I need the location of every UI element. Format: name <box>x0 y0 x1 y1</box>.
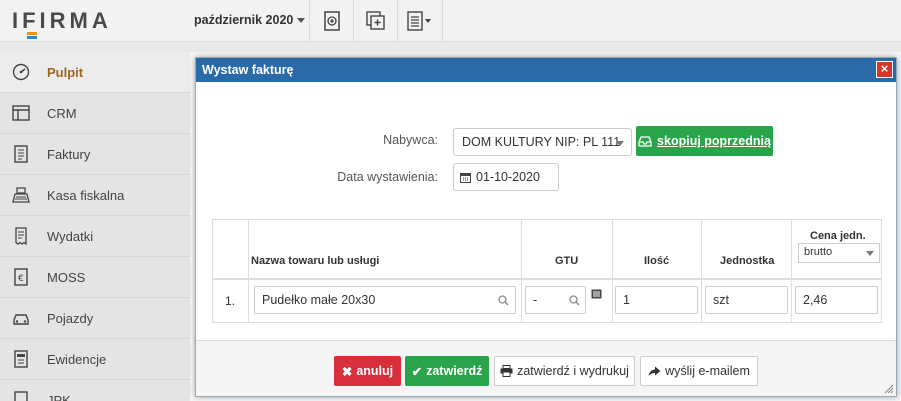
sidebar-item-moss[interactable]: € MOSS <box>0 257 190 298</box>
search-icon <box>498 295 509 306</box>
copy-previous-button[interactable]: skopiuj poprzednią <box>636 126 773 156</box>
calendar-icon <box>460 172 471 183</box>
column-header-gtu: GTU <box>555 255 579 267</box>
sidebar-item-faktury[interactable]: Faktury <box>0 134 190 175</box>
column-header-qty: Ilość <box>644 255 670 267</box>
squares-plus-icon <box>365 11 385 30</box>
quantity-input[interactable]: 1 <box>615 286 698 314</box>
gtu-input[interactable]: - <box>525 286 586 314</box>
resize-handle-icon[interactable] <box>884 384 894 394</box>
cash-register-icon <box>12 186 30 204</box>
price-type-select[interactable]: brutto <box>798 243 880 263</box>
dashboard-icon <box>12 63 30 81</box>
month-selector[interactable]: październik 2020 <box>194 13 306 27</box>
sidebar-item-pulpit[interactable]: Pulpit <box>0 52 190 93</box>
share-arrow-icon <box>648 366 661 376</box>
dialog-header: Wystaw fakturę × <box>196 58 896 82</box>
sidebar-item-kasa-fiskalna[interactable]: Kasa fiskalna <box>0 175 190 216</box>
inbox-icon <box>638 135 652 147</box>
dialog-footer: ✖ anuluj ✔ zatwierdź zatwierdź i wydrukuj … <box>196 340 896 396</box>
unit-price-input[interactable]: 2,46 <box>795 286 878 314</box>
buyer-label: Nabywca: <box>383 133 438 147</box>
svg-text:€: € <box>18 274 24 284</box>
chevron-down-icon <box>297 18 306 24</box>
invoice-items-table: Nazwa towaru lub usługi GTU Ilość Jednos… <box>212 219 882 323</box>
ifirma-logo[interactable]: IFIRMA <box>12 8 112 39</box>
list-menu-button[interactable] <box>397 0 443 42</box>
close-icon: ✖ <box>341 364 353 379</box>
dialog-title: Wystaw fakturę <box>202 63 294 77</box>
chevron-down-icon <box>866 251 874 256</box>
confirm-button[interactable]: ✔ zatwierdź <box>405 356 489 386</box>
send-email-button[interactable]: wyślij e-mailem <box>640 356 758 386</box>
document-plus-icon <box>323 11 340 31</box>
sidebar-item-crm[interactable]: CRM <box>0 93 190 134</box>
cancel-button[interactable]: ✖ anuluj <box>334 356 401 386</box>
check-icon: ✔ <box>411 364 423 379</box>
confirm-and-print-button[interactable]: zatwierdź i wydrukuj <box>494 356 635 386</box>
column-header-unit: Jednostka <box>720 255 775 267</box>
top-bar: IFIRMA październik 2020 <box>0 0 901 42</box>
chevron-down-icon <box>616 141 624 146</box>
sidebar-item-jpk[interactable]: JPK <box>0 380 190 401</box>
jpk-icon <box>12 391 30 401</box>
sidebar: Pulpit CRM Faktury Kasa fiskalna Wydatki… <box>0 52 190 401</box>
euro-document-icon: € <box>12 268 30 286</box>
column-header-price: Cena jedn. <box>810 230 866 242</box>
receipt-icon <box>12 227 30 245</box>
list-icon[interactable] <box>591 289 602 299</box>
list-document-icon <box>407 11 431 31</box>
close-button[interactable]: × <box>876 61 893 78</box>
search-icon <box>569 295 580 306</box>
row-number: 1. <box>225 294 236 308</box>
buyer-select[interactable]: DOM KULTURY NIP: PL 111 <box>453 128 632 156</box>
ledger-icon <box>12 350 30 368</box>
sidebar-item-pojazdy[interactable]: Pojazdy <box>0 298 190 339</box>
print-icon <box>500 365 513 377</box>
invoice-dialog: Wystaw fakturę × Nabywca: DOM KULTURY NI… <box>195 57 897 397</box>
new-window-button[interactable] <box>353 0 397 42</box>
date-label: Data wystawienia: <box>337 170 438 184</box>
sidebar-item-wydatki[interactable]: Wydatki <box>0 216 190 257</box>
issue-date-input[interactable]: 01-10-2020 <box>453 163 559 191</box>
column-header-name: Nazwa towaru lub usługi <box>251 255 380 267</box>
item-name-input[interactable]: Pudełko małe 20x30 <box>254 286 516 314</box>
layout-icon <box>12 104 30 122</box>
add-document-button[interactable] <box>309 0 353 42</box>
car-icon <box>12 309 30 327</box>
unit-input[interactable]: szt <box>705 286 788 314</box>
document-icon <box>12 145 30 163</box>
sidebar-item-ewidencje[interactable]: Ewidencje <box>0 339 190 380</box>
